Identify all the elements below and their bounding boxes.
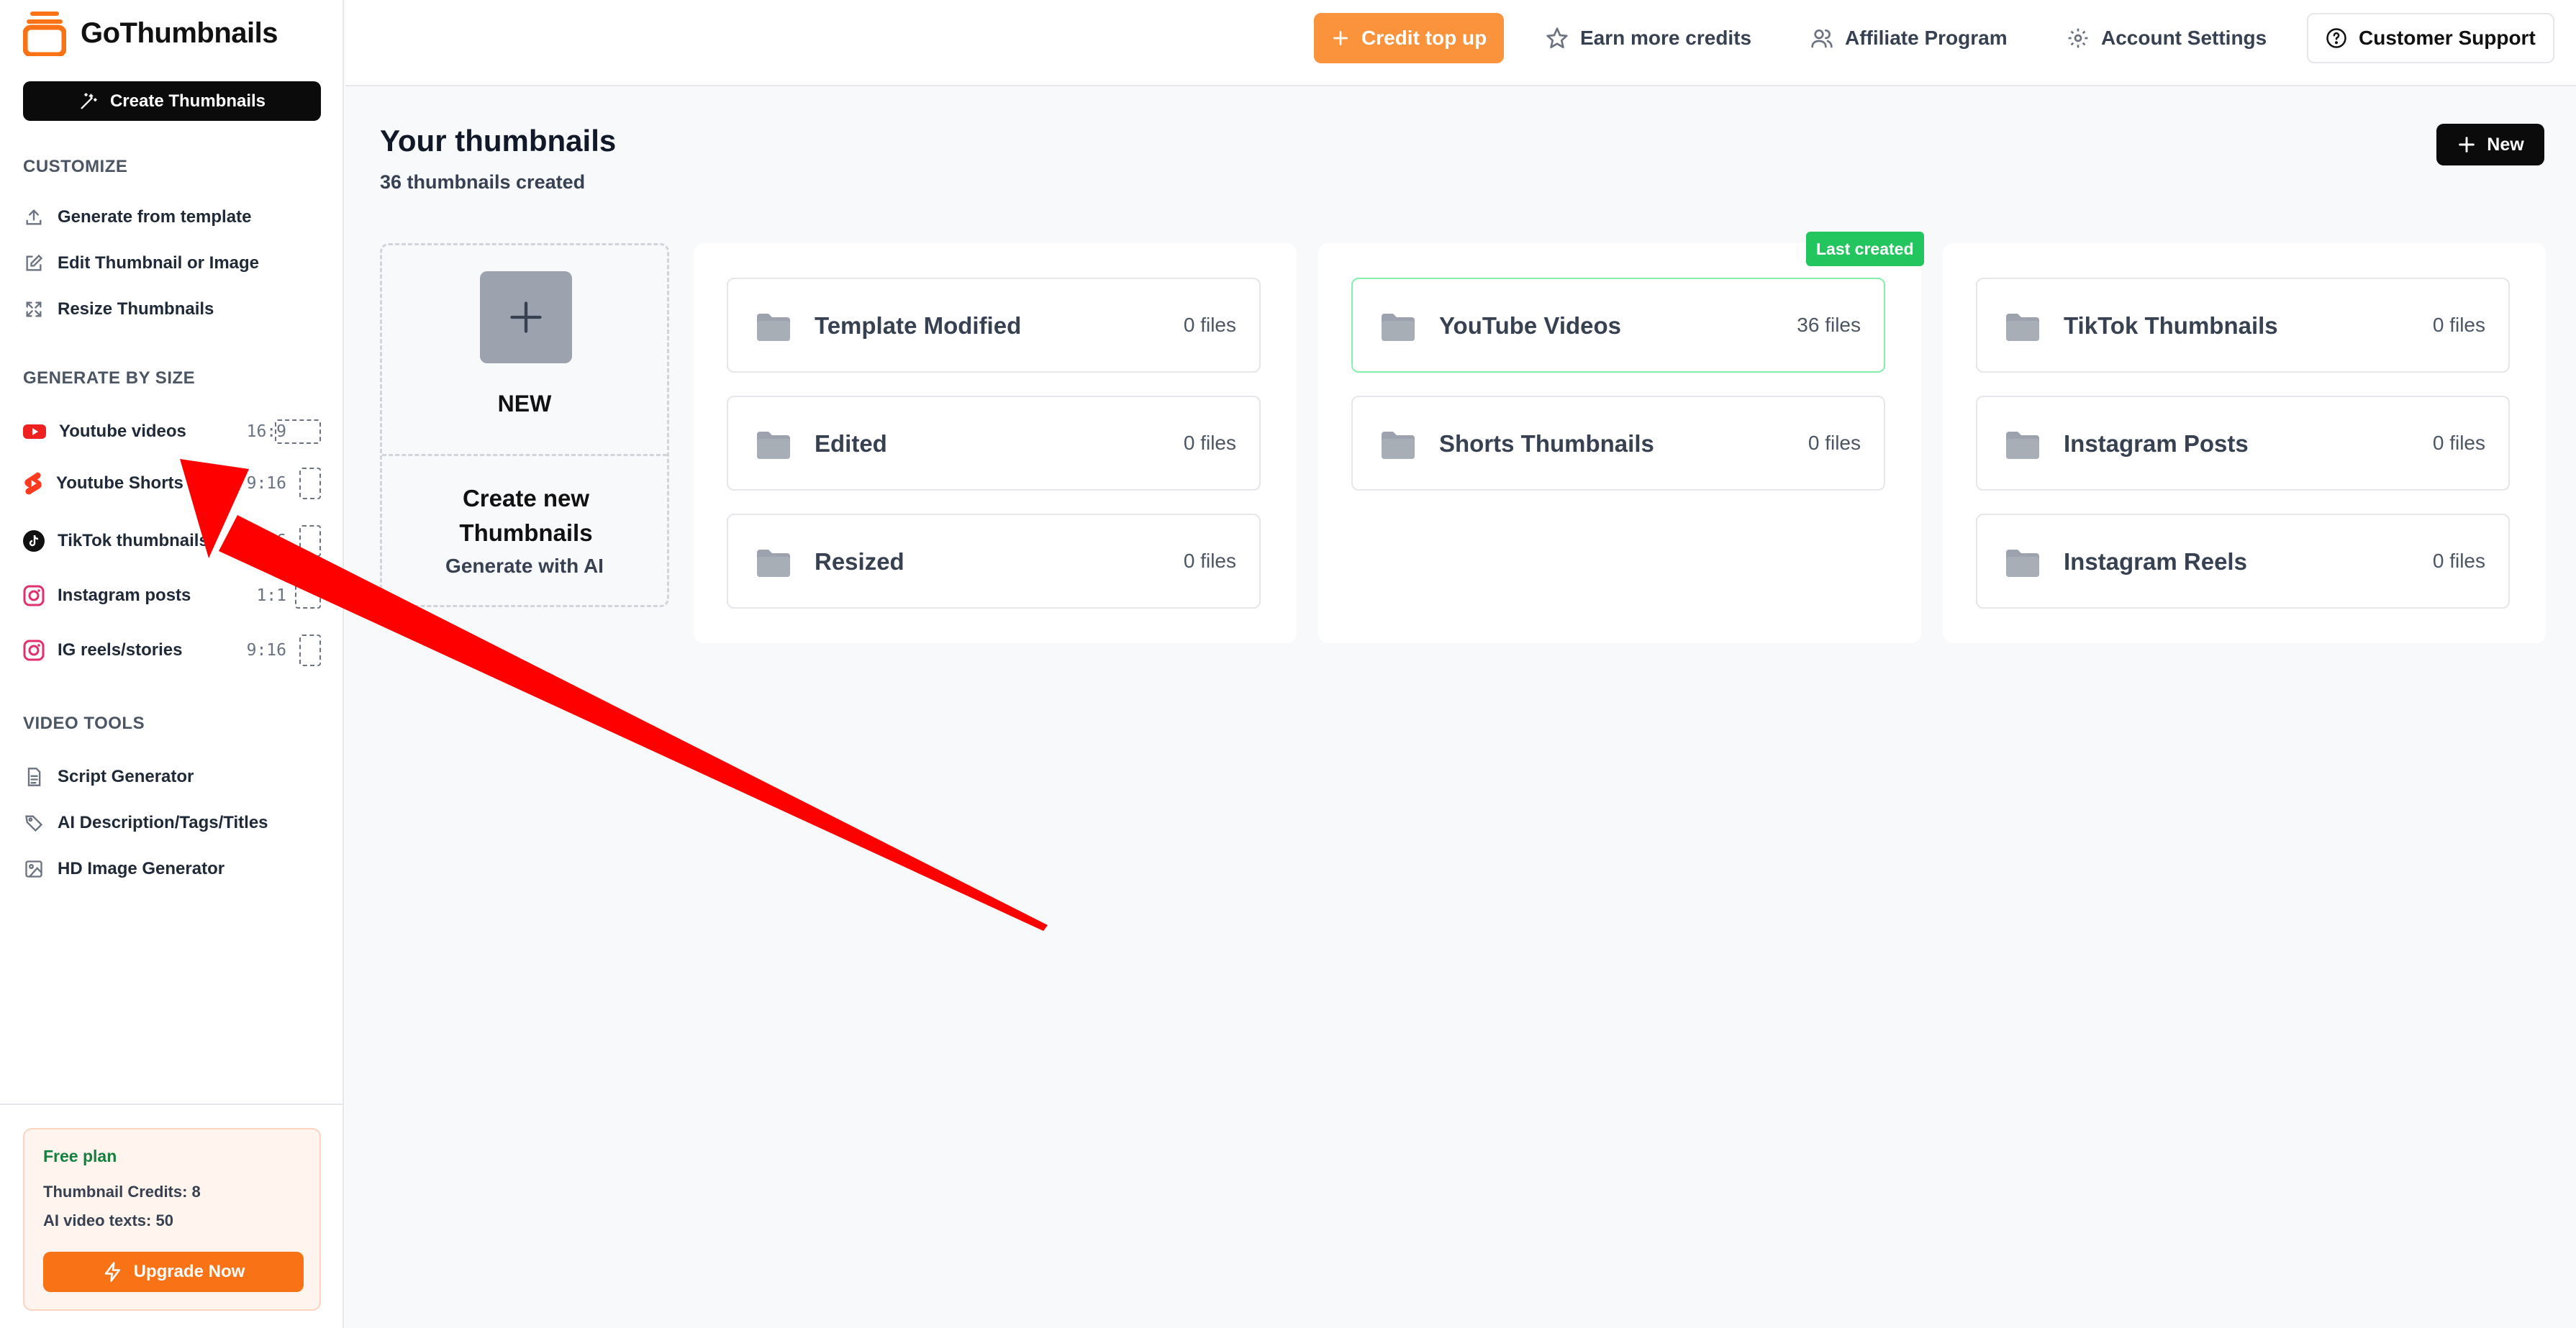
annotation-arrow	[180, 459, 1048, 931]
